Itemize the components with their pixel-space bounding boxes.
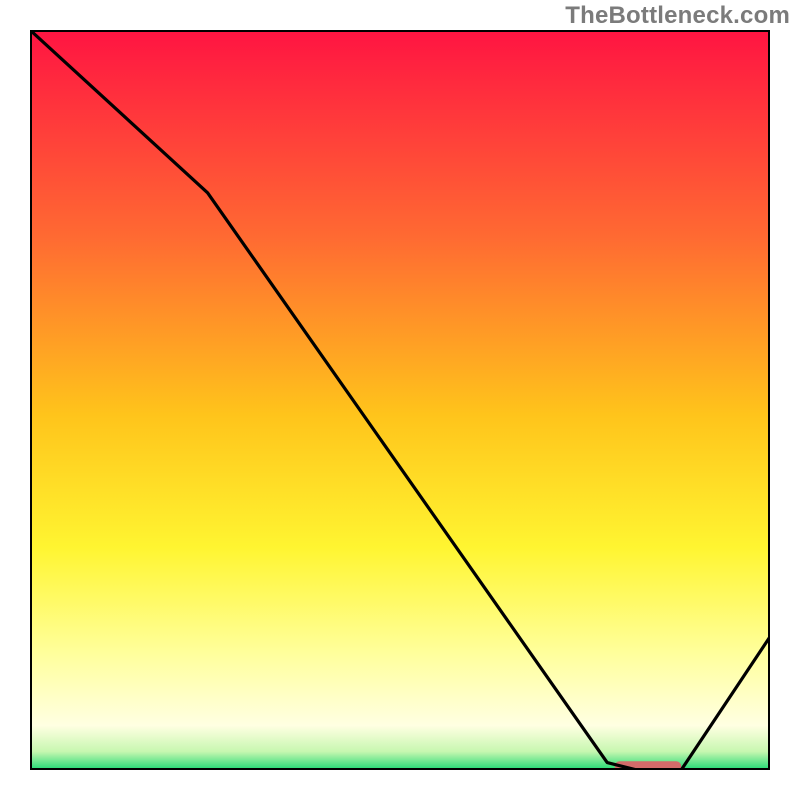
chart-stage: TheBottleneck.com — [0, 0, 800, 800]
gradient-background — [30, 30, 770, 770]
watermark-text: TheBottleneck.com — [565, 2, 790, 30]
bottleneck-plot — [30, 30, 770, 770]
